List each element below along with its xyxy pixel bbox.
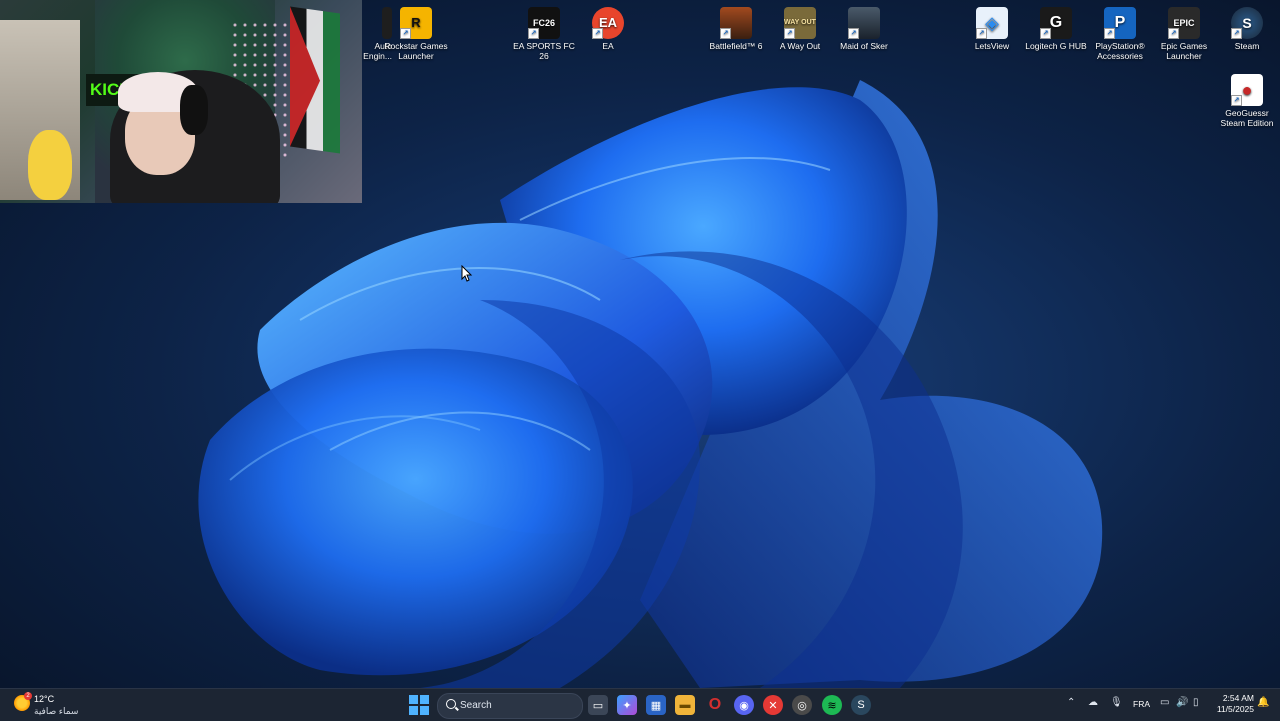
microphone-icon[interactable]: 🎙: [1110, 697, 1123, 708]
desktop-icon-label: Logitech G HUB: [1025, 41, 1087, 51]
a-way-out-icon: WAY OUT ↗: [784, 7, 816, 39]
desktop-icon-logitech-ghub[interactable]: G ↗ Logitech G HUB: [1023, 2, 1089, 51]
desktop-icon-label: Battlefield™ 6: [709, 41, 763, 51]
letsview-icon: ◈ ↗: [976, 7, 1008, 39]
desktop-icon-label: LetsView: [974, 41, 1010, 51]
clock-date: 11/5/2025: [1216, 704, 1254, 714]
desktop-icon-rockstar[interactable]: R ↗ Rockstar Games Launcher: [383, 2, 449, 61]
task-view-button[interactable]: ▭: [588, 695, 608, 715]
file-explorer-button[interactable]: ▬: [675, 695, 695, 715]
spotify-button[interactable]: ≋: [822, 695, 842, 715]
weather-temp: 12°C: [34, 694, 55, 704]
ea-fc26-icon: FC26 ↗: [528, 7, 560, 39]
battery-icon[interactable]: ▯: [1193, 697, 1199, 708]
rockstar-icon: R ↗: [400, 7, 432, 39]
webcam-plush-toy: [28, 130, 72, 200]
desktop-icon-steam[interactable]: S ↗ Steam: [1214, 2, 1280, 51]
maid-of-sker-icon: ↗: [848, 7, 880, 39]
desktop-icon-label: GeoGuessr Steam Edition: [1220, 108, 1274, 128]
desktop-icon-ea-fc26[interactable]: FC26 ↗ EA SPORTS FC 26: [511, 2, 577, 61]
desktop-icon-label: EA SPORTS FC 26: [513, 41, 575, 61]
weather-widget[interactable]: 2 12°C سماء صافية: [12, 692, 102, 718]
language-indicator[interactable]: FRA: [1133, 699, 1150, 709]
desktop-icon-label: A Way Out: [779, 41, 821, 51]
opera-button[interactable]: O: [705, 695, 725, 715]
webcam-headset: [180, 85, 208, 135]
battlefield-icon: ↗: [720, 7, 752, 39]
webcam-flag: [290, 6, 340, 154]
epic-games-icon: EPIC ↗: [1168, 7, 1200, 39]
search-icon: [446, 699, 456, 709]
desktop-icon-playstation-accessories[interactable]: P ↗ PlayStation® Accessories: [1087, 2, 1153, 61]
weather-condition: سماء صافية: [34, 706, 79, 716]
chrome-button[interactable]: ◎: [792, 695, 812, 715]
windows-logo-icon: [409, 695, 418, 704]
desktop-icon-ea[interactable]: EA ↗ EA: [575, 2, 641, 51]
copilot-button[interactable]: ✦: [617, 695, 637, 715]
desktop-icon-label: PlayStation® Accessories: [1095, 41, 1145, 61]
clock-time: 2:54 AM: [1222, 693, 1254, 703]
discord-button[interactable]: ◉: [734, 695, 754, 715]
start-button[interactable]: [409, 695, 429, 715]
volume-icon[interactable]: 🔊: [1176, 697, 1188, 708]
taskbar-clock[interactable]: 2:54 AM 11/5/2025: [1212, 693, 1254, 715]
microsoft-store-button[interactable]: ▦: [646, 695, 666, 715]
red-app-button[interactable]: ✕: [763, 695, 783, 715]
playstation-icon: P ↗: [1104, 7, 1136, 39]
ea-icon: EA ↗: [592, 7, 624, 39]
desktop-icon-label: Epic Games Launcher: [1160, 41, 1208, 61]
desktop-icon-geoguessr[interactable]: ● ↗ GeoGuessr Steam Edition: [1214, 69, 1280, 128]
geoguessr-icon: ● ↗: [1231, 74, 1263, 106]
desktop-icon-label: Maid of Sker: [840, 41, 888, 51]
weather-badge: 2: [24, 692, 32, 700]
steam-taskbar-button[interactable]: S: [851, 695, 871, 715]
desktop-icon-label: Rockstar Games Launcher: [384, 41, 448, 61]
desktop-icon-label: Steam: [1234, 41, 1260, 51]
desktop[interactable]: KICK Auto Engin... R ↗ Rockstar Games Lau…: [0, 0, 1280, 688]
steam-icon: S ↗: [1231, 7, 1263, 39]
tray-overflow-chevron-icon[interactable]: ⌃: [1067, 697, 1075, 708]
logitech-ghub-icon: G ↗: [1040, 7, 1072, 39]
search-placeholder: Search: [460, 700, 492, 711]
desktop-icon-maid-of-sker[interactable]: ↗ Maid of Sker: [831, 2, 897, 51]
desktop-icon-battlefield[interactable]: ↗ Battlefield™ 6: [703, 2, 769, 51]
desktop-icon-letsview[interactable]: ◈ ↗ LetsView: [959, 2, 1025, 51]
desktop-icon-a-way-out[interactable]: WAY OUT ↗ A Way Out: [767, 2, 833, 51]
network-icon[interactable]: ▭: [1160, 697, 1169, 708]
desktop-icon-epic-games[interactable]: EPIC ↗ Epic Games Launcher: [1151, 2, 1217, 61]
taskbar: 2 12°C سماء صافية Search ▭ ✦ ▦ ▬ O ◉ ✕ ◎…: [0, 688, 1280, 721]
webcam-overlay: KICK: [0, 0, 362, 203]
desktop-icon-label: EA: [602, 41, 614, 51]
onedrive-cloud-icon[interactable]: ☁: [1088, 697, 1098, 708]
taskbar-search-box[interactable]: Search: [437, 693, 583, 719]
notification-bell-icon[interactable]: 🔔: [1257, 697, 1269, 708]
